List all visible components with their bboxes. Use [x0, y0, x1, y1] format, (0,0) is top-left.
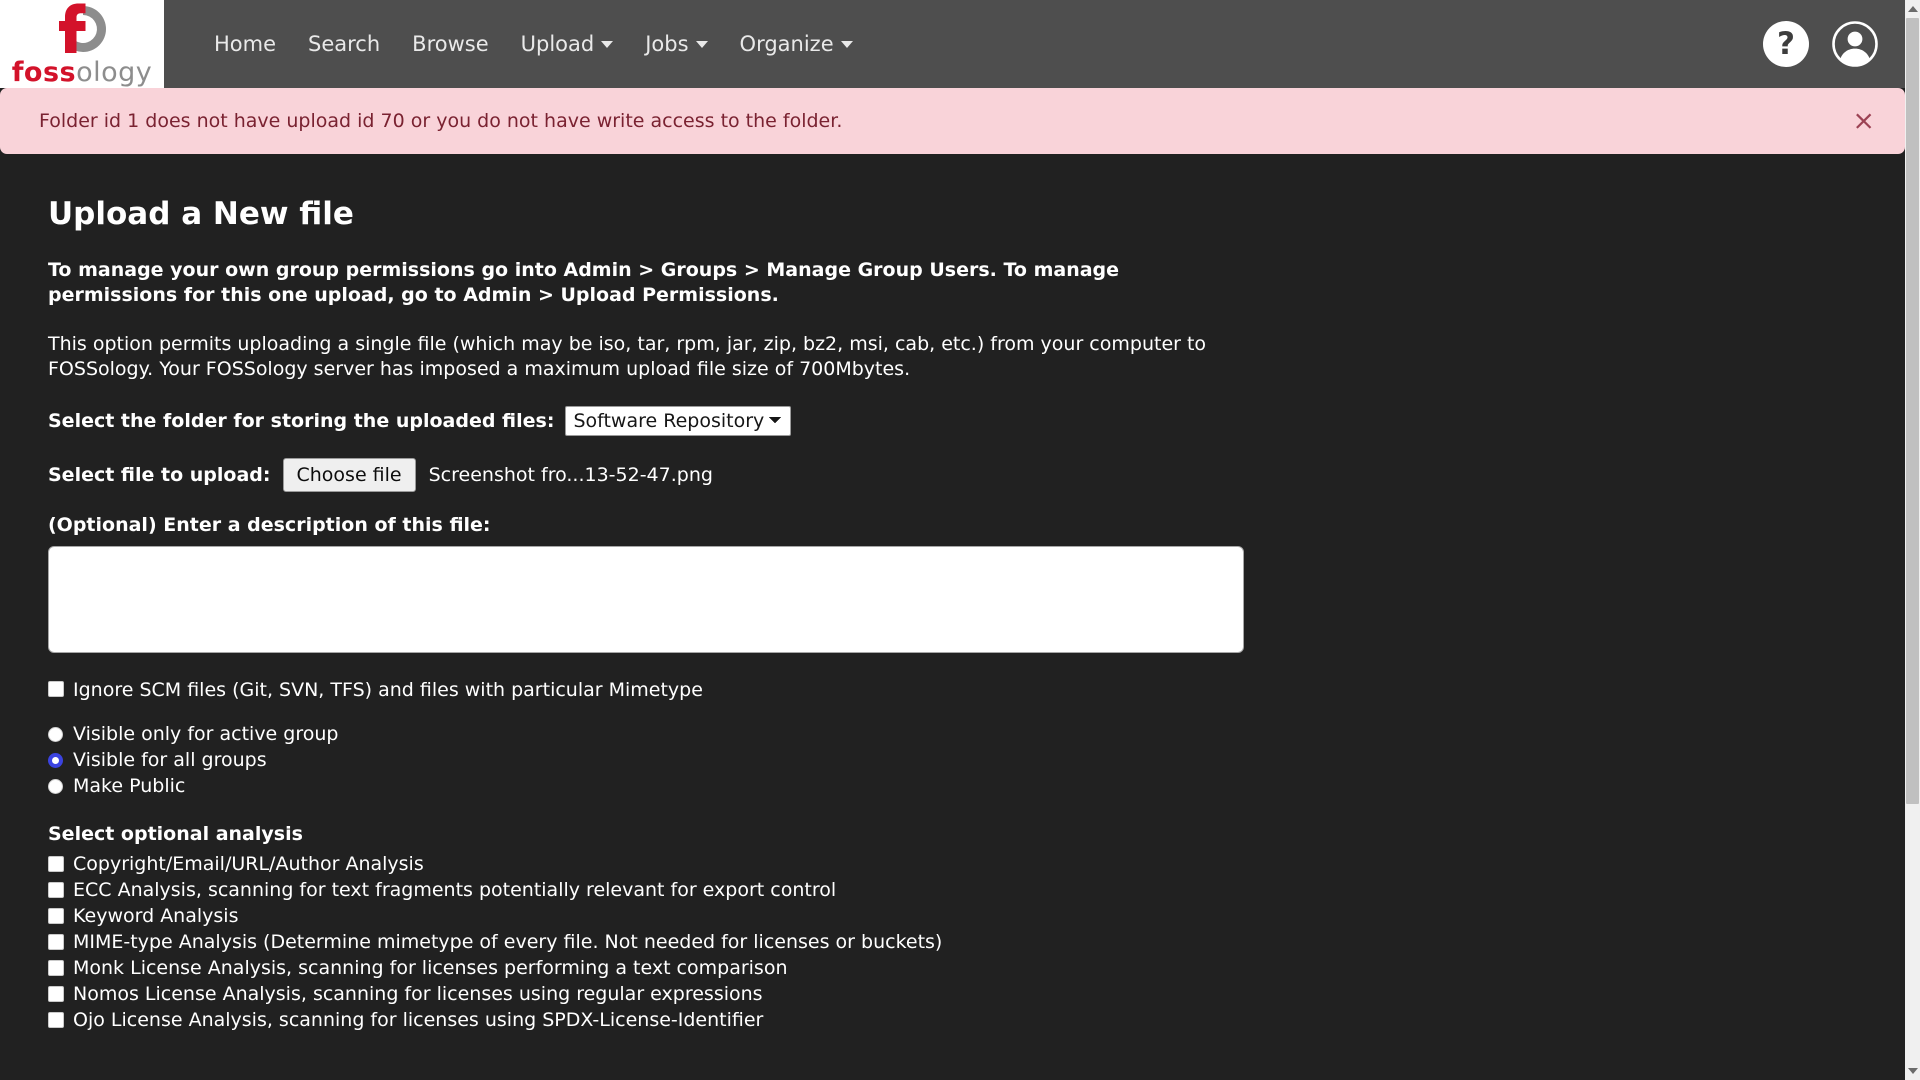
- analysis-checkbox[interactable]: [48, 960, 64, 977]
- analysis-label: Copyright/Email/URL/Author Analysis: [73, 853, 424, 876]
- analysis-label: MIME-type Analysis (Determine mimetype o…: [73, 931, 943, 954]
- nav-label: Organize: [739, 32, 834, 56]
- radio-active-group[interactable]: [48, 726, 63, 742]
- fossology-logo-icon: [59, 3, 106, 53]
- user-avatar-icon[interactable]: [1831, 20, 1879, 68]
- analysis-checkbox[interactable]: [48, 882, 64, 899]
- visibility-label: Visible for all groups: [73, 749, 267, 772]
- page: fossology Home Search Browse Upload Jobs: [0, 0, 1905, 1080]
- navbar: fossology Home Search Browse Upload Jobs: [0, 0, 1905, 88]
- alert-message: Folder id 1 does not have upload id 70 o…: [39, 110, 843, 132]
- analysis-option-monk[interactable]: Monk License Analysis, scanning for lice…: [48, 957, 1857, 979]
- nav-item-search[interactable]: Search: [292, 24, 396, 64]
- logo-wordmark: fossology: [12, 57, 153, 88]
- logo[interactable]: fossology: [0, 0, 164, 88]
- file-upload-label: Select file to upload:: [48, 464, 271, 487]
- radio-all-groups[interactable]: [48, 752, 63, 768]
- intro-upload-text: This option permits uploading a single f…: [48, 333, 1207, 381]
- analysis-option-ecc[interactable]: ECC Analysis, scanning for text fragment…: [48, 879, 1857, 901]
- ignore-scm-checkbox[interactable]: [48, 681, 64, 698]
- analysis-option-nomos[interactable]: Nomos License Analysis, scanning for lic…: [48, 983, 1857, 1005]
- chevron-down-icon: [601, 40, 614, 48]
- help-icon[interactable]: ?: [1763, 21, 1809, 67]
- analysis-option-copyright[interactable]: Copyright/Email/URL/Author Analysis: [48, 853, 1857, 875]
- analysis-option-keyword[interactable]: Keyword Analysis: [48, 905, 1857, 927]
- analysis-checkbox[interactable]: [48, 908, 64, 925]
- analysis-label: ECC Analysis, scanning for text fragment…: [73, 879, 837, 902]
- selected-file-name: Screenshot fro...13-52-47.png: [428, 464, 713, 487]
- nav-label: Home: [214, 32, 277, 56]
- scroll-down-arrow[interactable]: [1905, 1064, 1920, 1078]
- help-glyph: ?: [1777, 25, 1795, 62]
- analysis-label: Keyword Analysis: [73, 905, 239, 928]
- nav-item-organize[interactable]: Organize: [724, 24, 869, 64]
- choose-file-button[interactable]: Choose file: [282, 458, 416, 493]
- ignore-scm-row[interactable]: Ignore SCM files (Git, SVN, TFS) and fil…: [48, 679, 1857, 701]
- viewport: fossology Home Search Browse Upload Jobs: [0, 0, 1920, 1080]
- page-title: Upload a New file: [48, 196, 354, 232]
- navbar-actions: ?: [1763, 0, 1879, 88]
- visibility-option-public[interactable]: Make Public: [48, 775, 1857, 797]
- visibility-option-active-group[interactable]: Visible only for active group: [48, 723, 1857, 745]
- nav-item-home[interactable]: Home: [198, 24, 292, 64]
- visibility-option-all-groups[interactable]: Visible for all groups: [48, 749, 1857, 771]
- nav-item-browse[interactable]: Browse: [396, 24, 504, 64]
- visibility-label: Make Public: [73, 775, 186, 798]
- close-icon[interactable]: ×: [1852, 108, 1875, 135]
- visibility-label: Visible only for active group: [73, 723, 339, 746]
- analysis-checkbox[interactable]: [48, 856, 64, 873]
- ignore-scm-label: Ignore SCM files (Git, SVN, TFS) and fil…: [73, 679, 703, 702]
- nav-label: Jobs: [645, 32, 689, 56]
- nav-label: Search: [308, 32, 381, 56]
- page-scrollbar[interactable]: [1905, 0, 1920, 1080]
- visibility-radio-group: Visible only for active group Visible fo…: [48, 723, 1857, 797]
- analysis-label: Nomos License Analysis, scanning for lic…: [73, 983, 763, 1006]
- nav-label: Upload: [520, 32, 595, 56]
- nav-label: Browse: [412, 32, 489, 56]
- radio-make-public[interactable]: [48, 778, 63, 794]
- alert-banner: Folder id 1 does not have upload id 70 o…: [0, 88, 1905, 154]
- nav-item-upload[interactable]: Upload: [505, 24, 630, 64]
- file-upload-row: Select file to upload: Choose file Scree…: [48, 458, 1857, 493]
- scrollbar-thumb[interactable]: [1906, 18, 1919, 804]
- scroll-up-arrow[interactable]: [1905, 2, 1920, 16]
- description-input[interactable]: [48, 546, 1244, 654]
- chevron-down-icon: [695, 40, 708, 48]
- description-label: (Optional) Enter a description of this f…: [48, 514, 491, 537]
- analysis-option-mimetype[interactable]: MIME-type Analysis (Determine mimetype o…: [48, 931, 1857, 953]
- chevron-down-icon: [840, 40, 853, 48]
- nav-item-jobs[interactable]: Jobs: [629, 24, 723, 64]
- folder-select-label: Select the folder for storing the upload…: [48, 410, 555, 433]
- intro-permissions-text: To manage your own group permissions go …: [48, 259, 1120, 307]
- analysis-label: Ojo License Analysis, scanning for licen…: [73, 1009, 764, 1032]
- logo-word-gray: ology: [76, 57, 153, 88]
- analysis-checkbox[interactable]: [48, 986, 64, 1003]
- analysis-label: Monk License Analysis, scanning for lice…: [73, 957, 788, 980]
- folder-select-row: Select the folder for storing the upload…: [48, 406, 1857, 437]
- logo-word-red: foss: [11, 57, 77, 88]
- analysis-checkbox[interactable]: [48, 1012, 64, 1029]
- analysis-option-ojo[interactable]: Ojo License Analysis, scanning for licen…: [48, 1009, 1857, 1031]
- main-content: Upload a New file To manage your own gro…: [0, 154, 1905, 1031]
- analysis-checkbox[interactable]: [48, 934, 64, 951]
- folder-select[interactable]: Software Repository: [565, 406, 792, 437]
- nav-links: Home Search Browse Upload Jobs Organize: [164, 0, 869, 88]
- analysis-section-title: Select optional analysis: [48, 823, 303, 846]
